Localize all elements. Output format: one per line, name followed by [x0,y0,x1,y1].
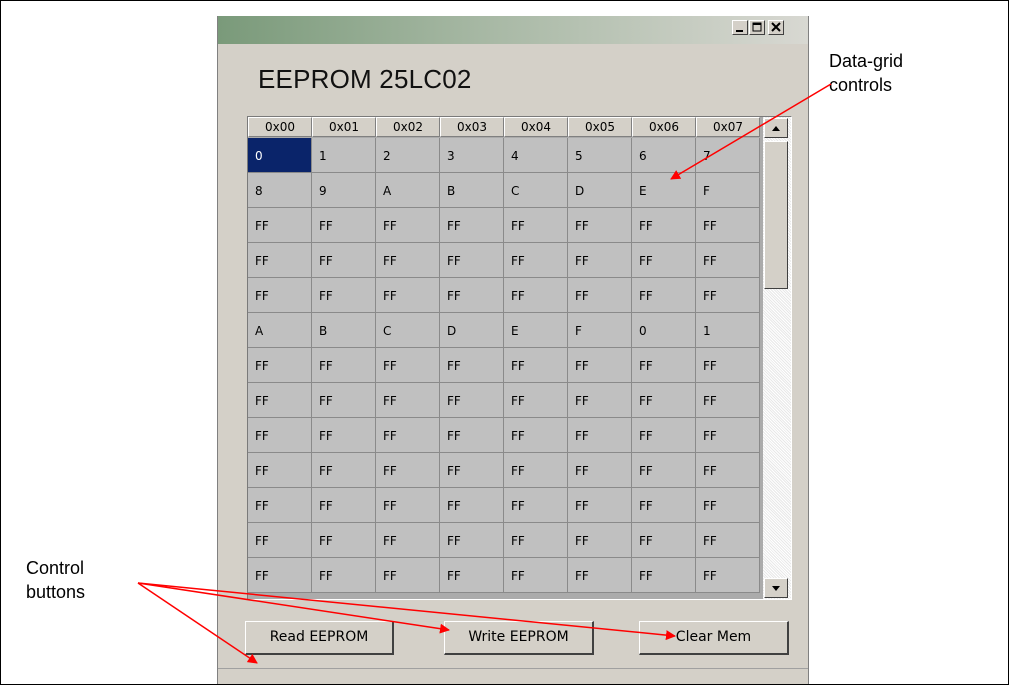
clear-button-arrow [137,582,676,641]
data-grid-arrow [670,83,832,180]
write-button-arrow [137,582,450,634]
callout-arrows [137,83,832,664]
read-button-arrow [137,582,258,664]
